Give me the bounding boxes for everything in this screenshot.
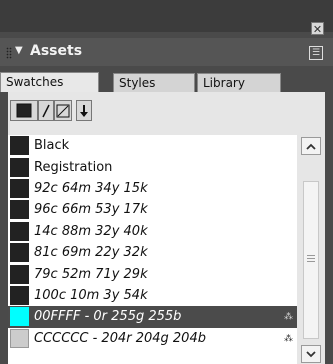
swatch-label: Registration (34, 159, 113, 175)
swatch-list[interactable]: Black Registration 92c 64m 34y 15k 96c 6… (8, 135, 297, 364)
color-swatch (10, 221, 29, 241)
swatch-label: 100c 10m 3y 54k (34, 287, 148, 303)
close-button[interactable]: ✕ (311, 22, 324, 36)
color-swatch (10, 157, 29, 177)
scroll-up-button[interactable] (301, 137, 321, 155)
collapse-triangle-icon[interactable]: ▼ (15, 45, 23, 56)
panel-header[interactable]: ▼ Assets ☰ (0, 38, 333, 66)
scrollbar-thumb[interactable] (303, 181, 319, 339)
swatch-row-registration[interactable]: Registration (8, 156, 297, 177)
color-swatch (10, 178, 29, 198)
panel-titlebar: ✕ (0, 0, 333, 36)
tab-bar: Swatches Styles Library (0, 66, 333, 92)
swatch-row[interactable]: 92c 64m 34y 15k (8, 178, 297, 199)
panel-menu-icon[interactable]: ☰ (309, 46, 323, 60)
swatch-row[interactable]: 14c 88m 32y 40k (8, 221, 297, 242)
swatch-label: 00FFFF - 0r 255g 255b (34, 309, 182, 325)
swatch-label: 92c 64m 34y 15k (34, 180, 148, 196)
color-swatch (10, 285, 29, 305)
swatch-row[interactable]: CCCCCC - 204r 204g 204b ⁂ (8, 328, 297, 349)
swatch-row[interactable]: 96c 66m 53y 17k (8, 199, 297, 220)
swatch-row[interactable]: 81c 69m 22y 32k (8, 242, 297, 263)
swatch-label: CCCCCC - 204r 204g 204b (34, 330, 206, 346)
rgb-mode-icon: ⁂ (284, 312, 293, 323)
swatch-label: 79c 52m 71y 29k (34, 266, 148, 282)
swatch-label: 14c 88m 32y 40k (34, 223, 148, 239)
swatch-row-black[interactable]: Black (8, 135, 297, 156)
chevron-up-icon (306, 143, 316, 150)
down-arrow-icon[interactable] (76, 100, 92, 121)
swatch-row[interactable]: 79c 52m 71y 29k (8, 263, 297, 284)
color-swatch (10, 136, 29, 156)
drag-grip-icon[interactable] (6, 47, 12, 59)
tab-library[interactable]: Library (197, 73, 281, 92)
color-swatch (10, 243, 29, 263)
stroke-slash-icon[interactable] (38, 100, 54, 121)
vertical-scrollbar[interactable] (297, 135, 325, 364)
rgb-mode-icon: ⁂ (284, 333, 293, 344)
chevron-down-icon (306, 350, 316, 357)
panel-title: Assets (30, 43, 83, 59)
tab-styles[interactable]: Styles (113, 73, 195, 92)
color-swatch (10, 200, 29, 220)
grip-icon (307, 255, 315, 263)
none-icon[interactable] (54, 100, 72, 121)
color-swatch (10, 264, 29, 284)
color-swatch (10, 328, 29, 348)
fill-icon[interactable] (10, 100, 38, 121)
swatch-row[interactable]: 100c 10m 3y 54k (8, 285, 297, 306)
scroll-down-button[interactable] (301, 345, 321, 363)
swatch-label: 81c 69m 22y 32k (34, 245, 148, 261)
color-swatch (10, 307, 29, 327)
swatch-label: 96c 66m 53y 17k (34, 202, 148, 218)
swatch-label: Black (34, 138, 70, 154)
swatch-row-selected[interactable]: 00FFFF - 0r 255g 255b ⁂ (8, 306, 297, 328)
tab-swatches[interactable]: Swatches (0, 72, 99, 92)
